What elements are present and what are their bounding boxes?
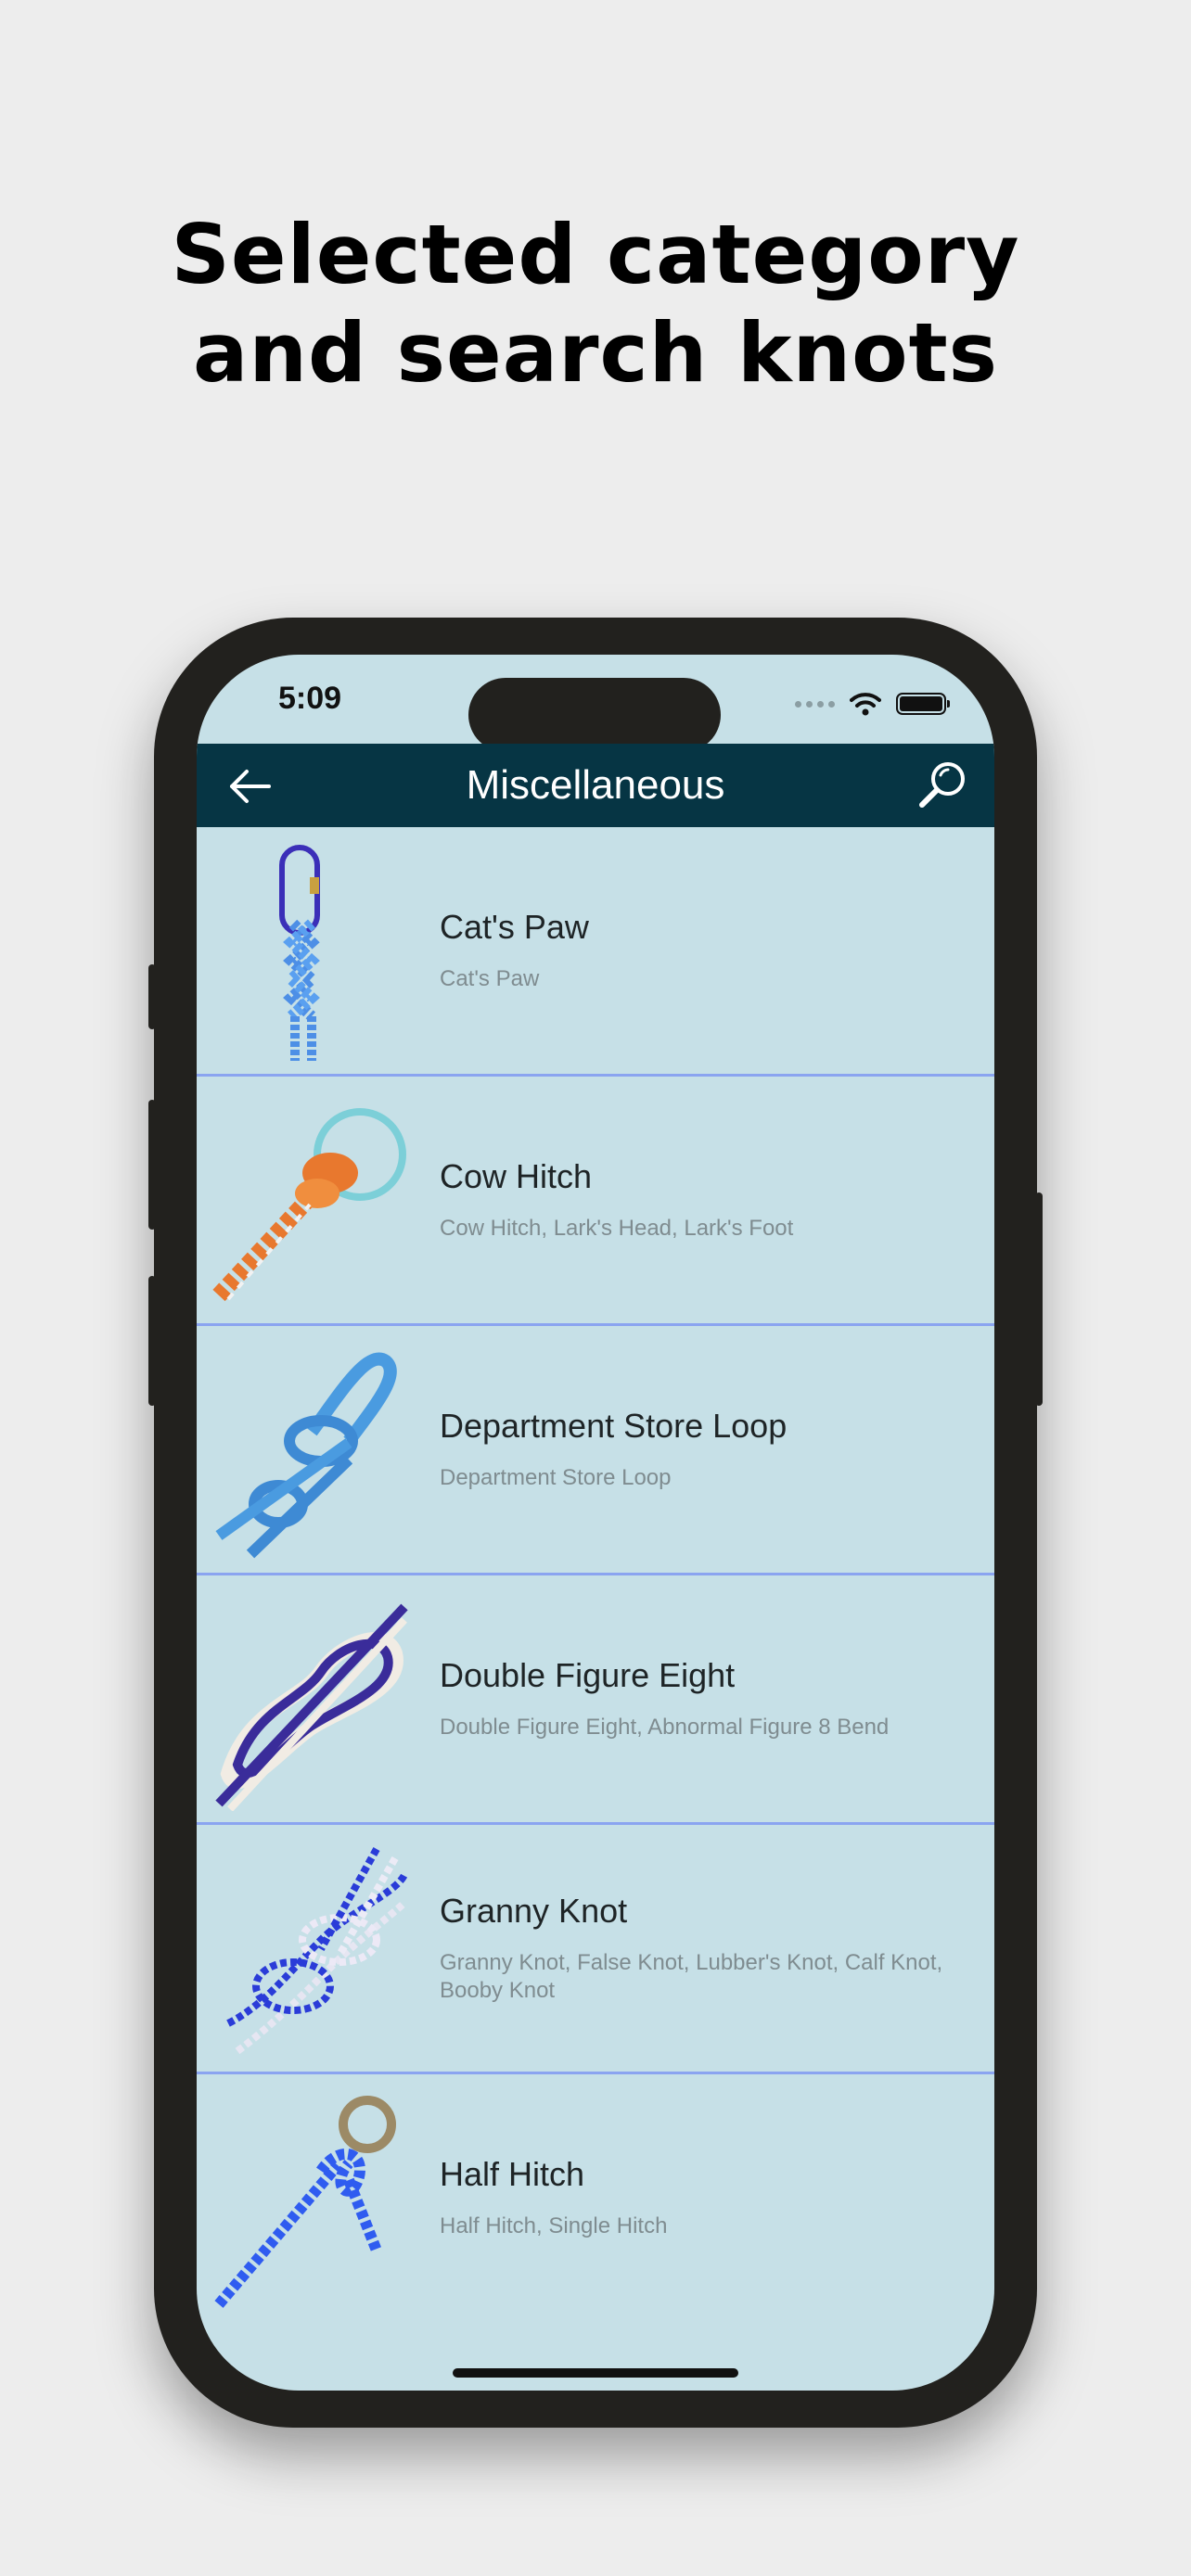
- knot-aliases: Cow Hitch, Lark's Head, Lark's Foot: [440, 1216, 794, 1241]
- knot-title: Department Store Loop: [440, 1407, 788, 1445]
- action-button: [148, 964, 156, 1029]
- status-time: 5:09: [278, 681, 342, 716]
- list-item-text: Department Store Loop Department Store L…: [440, 1326, 976, 1573]
- double-figure-eight-knot-image: [215, 1603, 408, 1811]
- home-indicator[interactable]: [453, 2368, 738, 2378]
- signal-icon: [795, 700, 835, 708]
- page-title: Miscellaneous: [466, 762, 725, 808]
- department-store-loop-knot-image: [215, 1352, 397, 1559]
- knot-title: Granny Knot: [440, 1892, 628, 1930]
- list-item-text: Cow Hitch Cow Hitch, Lark's Head, Lark's…: [440, 1077, 976, 1323]
- search-icon[interactable]: [916, 759, 970, 812]
- list-item[interactable]: Double Figure Eight Double Figure Eight,…: [197, 1575, 994, 1825]
- headline-line-2: and search knots: [192, 305, 999, 401]
- phone-frame: 5:09 Miscellaneous Cat's Paw Cat's Paw C…: [148, 618, 1043, 2428]
- battery-icon: [896, 693, 950, 715]
- list-item[interactable]: Half Hitch Half Hitch, Single Hitch: [197, 2074, 994, 2324]
- wifi-icon: [850, 693, 881, 716]
- knot-aliases: Department Store Loop: [440, 1465, 672, 1490]
- list-item[interactable]: Cow Hitch Cow Hitch, Lark's Head, Lark's…: [197, 1077, 994, 1326]
- knot-aliases: Double Figure Eight, Abnormal Figure 8 B…: [440, 1715, 890, 1740]
- knot-aliases: Cat's Paw: [440, 966, 540, 991]
- granny-knot-image: [226, 1847, 408, 2055]
- list-item-text: Double Figure Eight Double Figure Eight,…: [440, 1575, 976, 1822]
- knot-list: Cat's Paw Cat's Paw Cow Hitch Cow Hitch,…: [197, 827, 994, 2324]
- knot-title: Double Figure Eight: [440, 1656, 736, 1694]
- list-item[interactable]: Department Store Loop Department Store L…: [197, 1326, 994, 1575]
- list-item[interactable]: Granny Knot Granny Knot, False Knot, Lub…: [197, 1825, 994, 2074]
- cow-hitch-knot-image: [212, 1108, 406, 1302]
- knot-aliases: Half Hitch, Single Hitch: [440, 2213, 668, 2238]
- status-icons: [795, 692, 950, 716]
- volume-down-button: [148, 1276, 156, 1406]
- list-item-text: Cat's Paw Cat's Paw: [440, 827, 976, 1074]
- half-hitch-knot-image: [214, 2096, 396, 2308]
- cats-paw-knot-image: [279, 845, 320, 1061]
- knot-title: Half Hitch: [440, 2155, 585, 2193]
- nav-bar: Miscellaneous: [197, 744, 994, 827]
- list-item-text: Half Hitch Half Hitch, Single Hitch: [440, 2074, 976, 2321]
- knot-aliases: Granny Knot, False Knot, Lubber's Knot, …: [440, 1950, 943, 2003]
- power-button: [1035, 1192, 1043, 1406]
- list-item[interactable]: Cat's Paw Cat's Paw: [197, 827, 994, 1077]
- dynamic-island: [468, 678, 721, 752]
- knot-title: Cat's Paw: [440, 908, 589, 946]
- status-bar: 5:09: [197, 655, 994, 752]
- knot-title: Cow Hitch: [440, 1157, 593, 1195]
- phone-screen: 5:09 Miscellaneous Cat's Paw Cat's Paw C…: [197, 655, 994, 2391]
- list-item-text: Granny Knot Granny Knot, False Knot, Lub…: [440, 1825, 976, 2072]
- headline: Selected category and search knots: [0, 206, 1191, 402]
- headline-line-1: Selected category: [171, 207, 1020, 302]
- volume-up-button: [148, 1100, 156, 1230]
